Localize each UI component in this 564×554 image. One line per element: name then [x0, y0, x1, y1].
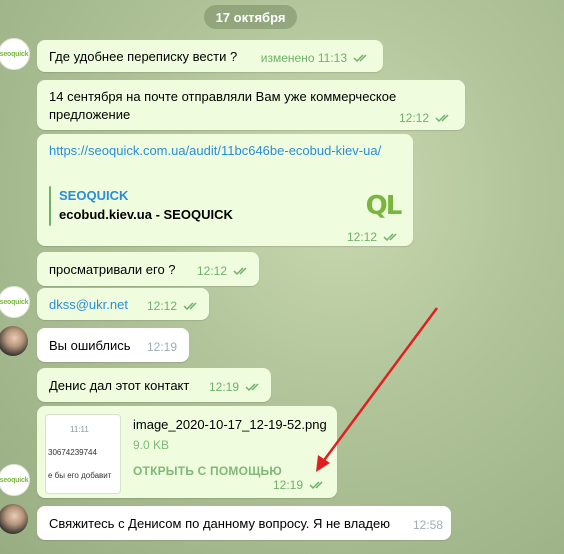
message-bubble-incoming[interactable]: Вы ошиблись 12:19	[37, 328, 189, 362]
avatar-logo-text: seoquick	[0, 298, 29, 306]
contact-avatar[interactable]	[0, 504, 28, 534]
message-meta: 12:12	[399, 111, 453, 125]
message-meta: 12:19	[273, 478, 327, 492]
message-text-line-1: 14 сентября на почте отправляли Вам уже …	[49, 89, 397, 104]
double-check-icon	[245, 383, 259, 392]
message-meta: 12:19	[209, 380, 263, 394]
message-bubble-file[interactable]: 11:11 30674239744 е бы его добавит image…	[37, 406, 337, 498]
message-time: 12:12	[398, 111, 429, 125]
message-bubble-outgoing[interactable]: dkss@ukr.net 12:12	[37, 288, 209, 320]
date-separator: 17 октября	[204, 5, 297, 29]
contact-avatar[interactable]	[0, 326, 28, 356]
avatar-logo-text: seoquick	[0, 476, 29, 484]
message-time: 12:58	[412, 518, 443, 532]
file-name: image_2020-10-17_12-19-52.png	[133, 417, 327, 432]
message-text: Где удобнее переписку вести ?	[49, 49, 238, 64]
file-thumbnail[interactable]: 11:11 30674239744 е бы его добавит	[45, 414, 121, 494]
message-bubble-outgoing[interactable]: Денис дал этот контакт 12:19	[37, 368, 271, 402]
message-bubble-outgoing[interactable]: просматривали его ? 12:12	[37, 252, 259, 286]
message-meta: 12:58	[413, 518, 443, 532]
thumbnail-text: 30674239744	[48, 448, 97, 457]
message-meta: изменено 11:13	[261, 51, 371, 65]
message-bubble-incoming[interactable]: Свяжитесь с Денисом по данному вопросу. …	[37, 506, 451, 540]
message-time: 12:19	[208, 380, 239, 394]
message-meta: 12:12	[147, 299, 201, 313]
message-time: 12:12	[196, 264, 227, 278]
message-text: Вы ошиблись	[49, 338, 131, 353]
message-bubble-outgoing[interactable]: 14 сентября на почте отправляли Вам уже …	[37, 80, 465, 130]
message-text: Денис дал этот контакт	[49, 378, 190, 393]
thumbnail-text: е бы его добавит	[48, 471, 112, 480]
annotation-arrow-shaft	[320, 307, 439, 464]
seoquick-avatar[interactable]: seoquick	[0, 464, 30, 496]
message-text-line-2: предложение	[49, 107, 131, 122]
seoquick-avatar[interactable]: seoquick	[0, 286, 30, 318]
message-time: 12:19	[272, 478, 303, 492]
seoquick-avatar[interactable]: seoquick	[0, 38, 30, 70]
message-meta: 12:12	[197, 264, 251, 278]
double-check-icon	[435, 114, 449, 123]
message-meta: 12:12	[347, 230, 401, 244]
preview-title[interactable]: ecobud.kiev.ua - SEOQUICK	[59, 207, 233, 222]
thumbnail-text: 11:11	[70, 425, 89, 434]
double-check-icon	[233, 267, 247, 276]
message-text: Свяжитесь с Денисом по данному вопросу. …	[49, 516, 390, 531]
message-link[interactable]: https://seoquick.com.ua/audit/11bc646be-…	[49, 143, 381, 158]
preview-site-name[interactable]: SEOQUICK	[59, 188, 128, 203]
double-check-icon	[183, 302, 197, 311]
preview-accent-bar	[49, 186, 51, 226]
open-with-button[interactable]: ОТКРЫТЬ С ПОМОЩЬЮ	[133, 464, 282, 478]
message-time: изменено 11:13	[260, 51, 347, 65]
double-check-icon	[309, 481, 323, 490]
message-bubble-outgoing[interactable]: Где удобнее переписку вести ? изменено 1…	[37, 40, 383, 72]
file-size: 9.0 KB	[133, 438, 170, 452]
avatar-logo-text: seoquick	[0, 50, 29, 58]
double-check-icon	[383, 233, 397, 242]
double-check-icon	[353, 54, 367, 63]
message-time: 12:12	[146, 299, 177, 313]
message-time: 12:19	[146, 340, 177, 354]
message-bubble-link-preview[interactable]: https://seoquick.com.ua/audit/11bc646be-…	[37, 134, 413, 246]
message-meta: 12:19	[147, 340, 177, 354]
preview-logo[interactable]: QL	[363, 186, 403, 226]
message-email-link[interactable]: dkss@ukr.net	[49, 297, 128, 312]
message-text: просматривали его ?	[49, 262, 176, 277]
message-time: 12:12	[346, 230, 377, 244]
